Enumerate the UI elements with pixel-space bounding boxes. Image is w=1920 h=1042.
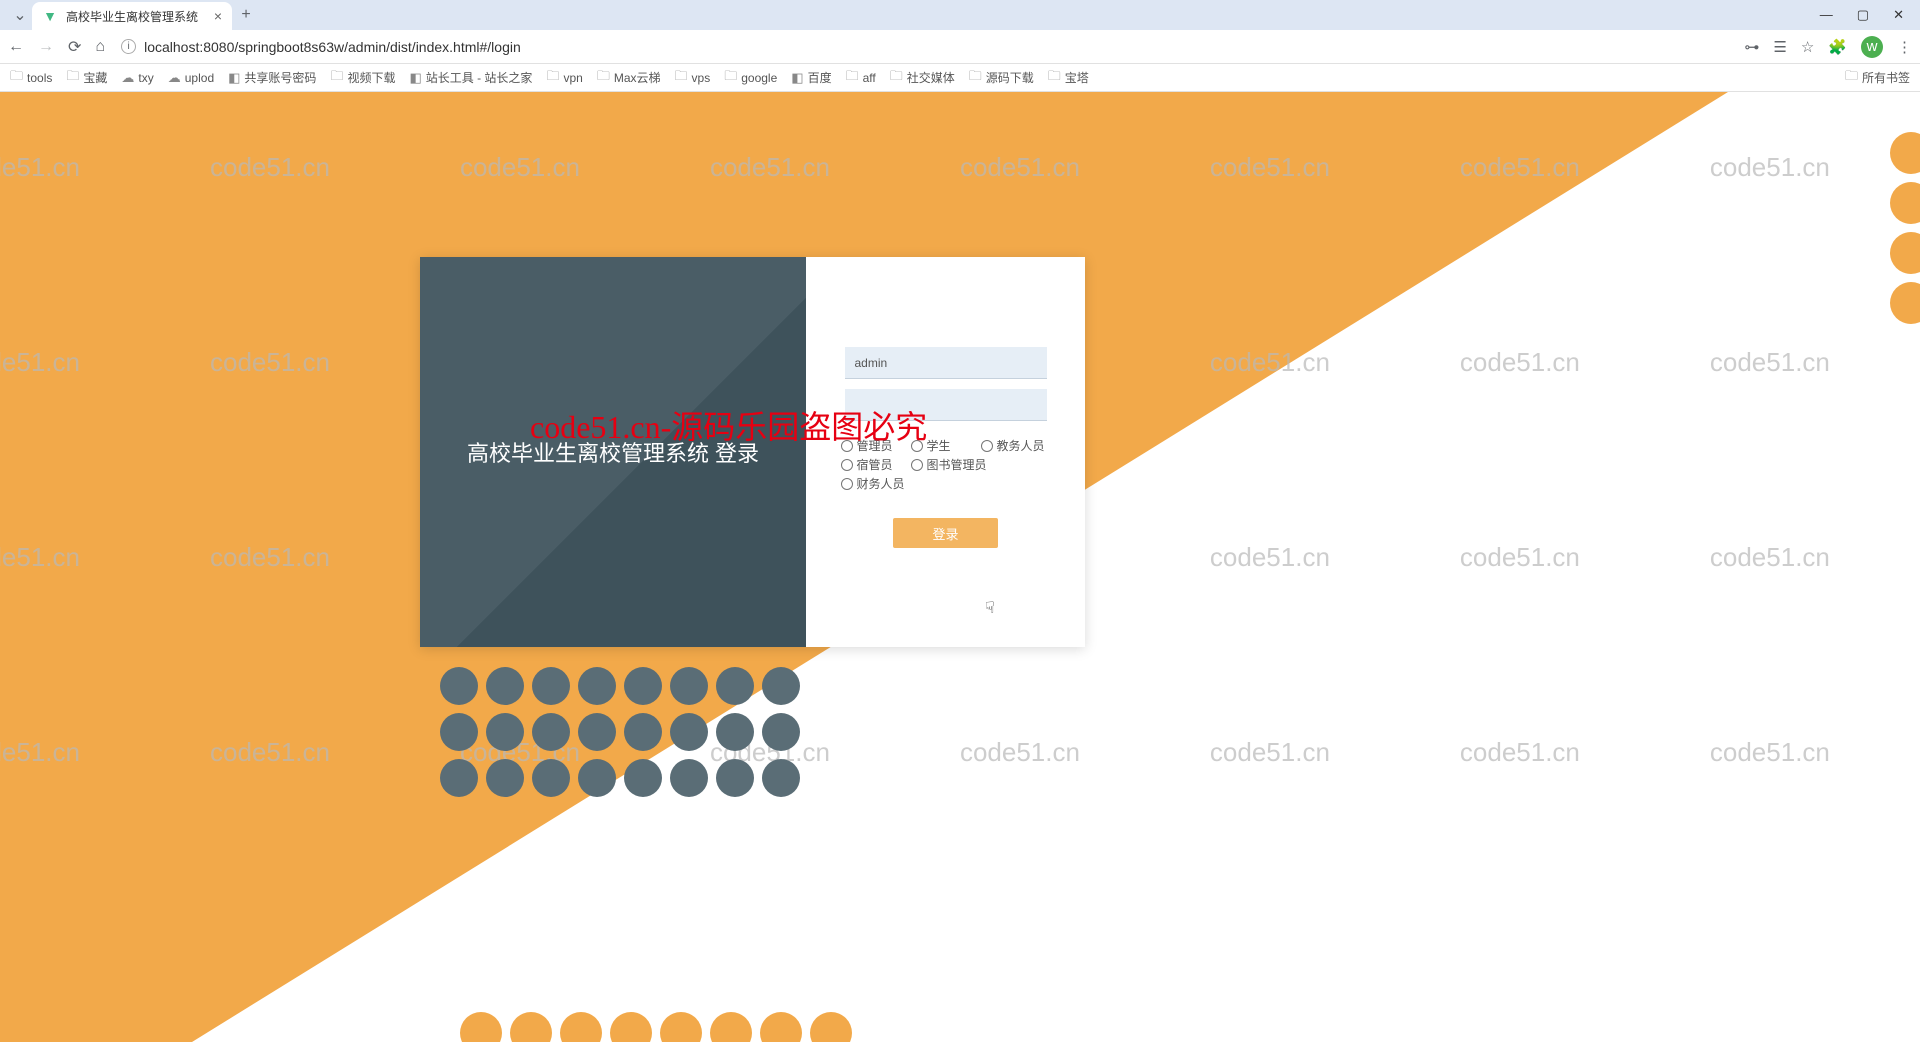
- tab-title: 高校毕业生离校管理系统: [66, 8, 206, 25]
- role-radio[interactable]: [841, 478, 853, 490]
- bookmark-item[interactable]: 🗀google: [724, 67, 777, 89]
- minimize-icon[interactable]: —: [1820, 7, 1833, 23]
- folder-icon: 🗀: [330, 67, 343, 89]
- login-title: 高校毕业生离校管理系统 登录: [467, 436, 759, 468]
- bookmark-item[interactable]: 🗀vps: [675, 67, 711, 89]
- bookmark-item[interactable]: 🗀宝藏: [66, 67, 107, 89]
- role-option[interactable]: 学生: [911, 437, 981, 454]
- close-window-icon[interactable]: ✕: [1893, 7, 1904, 23]
- bookmark-item[interactable]: 🗀Max云梯: [597, 67, 661, 89]
- password-input[interactable]: [845, 389, 1047, 421]
- folder-icon: 🗀: [890, 67, 903, 89]
- bookmark-item[interactable]: 🗀aff: [846, 67, 876, 89]
- toolbar-right: ⊶ ☰ ☆ 🧩 w ⋮: [1744, 36, 1912, 58]
- folder-icon: 🗀: [597, 67, 610, 89]
- nav-buttons: ← → ⟳ ⌂: [8, 37, 105, 57]
- close-tab-icon[interactable]: ×: [214, 8, 222, 24]
- role-radio[interactable]: [911, 459, 923, 471]
- bookmark-item[interactable]: ☁uplod: [168, 67, 214, 89]
- bookmark-item[interactable]: ◧站长工具 - 站长之家: [409, 67, 532, 89]
- folder-icon: 🗀: [546, 67, 559, 89]
- menu-icon[interactable]: ⋮: [1897, 38, 1912, 56]
- reload-icon[interactable]: ⟳: [68, 37, 81, 57]
- role-radios: 管理员学生教务人员宿管员图书管理员财务人员: [841, 437, 1051, 492]
- maximize-icon[interactable]: ▢: [1857, 7, 1869, 23]
- password-icon[interactable]: ⊶: [1744, 38, 1759, 56]
- role-radio[interactable]: [841, 440, 853, 452]
- bookmark-item[interactable]: 🗀源码下载: [969, 67, 1034, 89]
- bookmark-item[interactable]: 🗀tools: [10, 67, 52, 89]
- role-radio[interactable]: [911, 440, 923, 452]
- role-option[interactable]: 教务人员: [981, 437, 1051, 454]
- url-toolbar: ← → ⟳ ⌂ i ⊶ ☰ ☆ 🧩 w ⋮: [0, 30, 1920, 64]
- folder-icon: 🗀: [10, 67, 23, 89]
- extensions-icon[interactable]: 🧩: [1828, 38, 1847, 56]
- app-icon: ◧: [228, 70, 240, 86]
- role-option[interactable]: 管理员: [841, 437, 911, 454]
- login-card-left: 高校毕业生离校管理系统 登录: [420, 257, 806, 647]
- page-content: code51.cncode51.cncode51.cncode51.cncode…: [0, 92, 1920, 1042]
- role-option[interactable]: 财务人员: [841, 475, 911, 492]
- cloud-icon: ☁: [168, 70, 181, 86]
- back-icon[interactable]: ←: [8, 38, 24, 56]
- app-icon: ◧: [791, 70, 803, 86]
- bookmark-item[interactable]: 🗀宝塔: [1048, 67, 1089, 89]
- app-icon: ◧: [409, 70, 421, 86]
- bookmark-item[interactable]: 🗀视频下载: [330, 67, 395, 89]
- bookmark-item[interactable]: ☁txy: [121, 67, 153, 89]
- cloud-icon: ☁: [121, 70, 134, 86]
- login-card: 高校毕业生离校管理系统 登录 管理员学生教务人员宿管员图书管理员财务人员 登录: [420, 257, 1085, 647]
- login-form: 管理员学生教务人员宿管员图书管理员财务人员 登录: [806, 257, 1085, 647]
- window-controls: — ▢ ✕: [1820, 7, 1912, 23]
- bookmark-item[interactable]: ◧百度: [791, 67, 831, 89]
- folder-icon: 🗀: [969, 67, 982, 89]
- login-button[interactable]: 登录: [893, 518, 998, 548]
- folder-icon: 🗀: [1845, 67, 1858, 89]
- folder-icon: 🗀: [846, 67, 859, 89]
- bookmark-item[interactable]: 🗀社交媒体: [890, 67, 955, 89]
- browser-tab-strip: ⌄ ▼ 高校毕业生离校管理系统 × + — ▢ ✕: [0, 0, 1920, 30]
- share-icon[interactable]: ☰: [1773, 38, 1786, 56]
- profile-avatar[interactable]: w: [1861, 36, 1883, 58]
- username-input[interactable]: [845, 347, 1047, 379]
- cursor-icon: ☟: [985, 598, 995, 618]
- bookmark-item[interactable]: ◧共享账号密码: [228, 67, 316, 89]
- tab-search-icon[interactable]: ⌄: [8, 5, 32, 25]
- bookmark-star-icon[interactable]: ☆: [1801, 38, 1814, 56]
- address-bar[interactable]: i: [115, 39, 1734, 55]
- folder-icon: 🗀: [66, 67, 79, 89]
- site-info-icon[interactable]: i: [121, 39, 136, 54]
- folder-icon: 🗀: [675, 67, 688, 89]
- folder-icon: 🗀: [724, 67, 737, 89]
- url-input[interactable]: [144, 39, 1734, 55]
- browser-tab[interactable]: ▼ 高校毕业生离校管理系统 ×: [32, 2, 232, 30]
- folder-icon: 🗀: [1048, 67, 1061, 89]
- home-icon[interactable]: ⌂: [95, 38, 105, 56]
- role-option[interactable]: 宿管员: [841, 456, 911, 473]
- favicon-icon: ▼: [42, 8, 58, 24]
- bookmarks-bar: 🗀tools 🗀宝藏 ☁txy ☁uplod ◧共享账号密码 🗀视频下载 ◧站长工具 - 站…: [0, 64, 1920, 92]
- role-radio[interactable]: [841, 459, 853, 471]
- role-radio[interactable]: [981, 440, 993, 452]
- forward-icon[interactable]: →: [38, 38, 54, 56]
- new-tab-button[interactable]: +: [232, 6, 260, 24]
- role-option[interactable]: 图书管理员: [911, 456, 1041, 473]
- bookmark-item[interactable]: 🗀vpn: [546, 67, 582, 89]
- all-bookmarks[interactable]: 🗀 所有书签: [1845, 67, 1910, 89]
